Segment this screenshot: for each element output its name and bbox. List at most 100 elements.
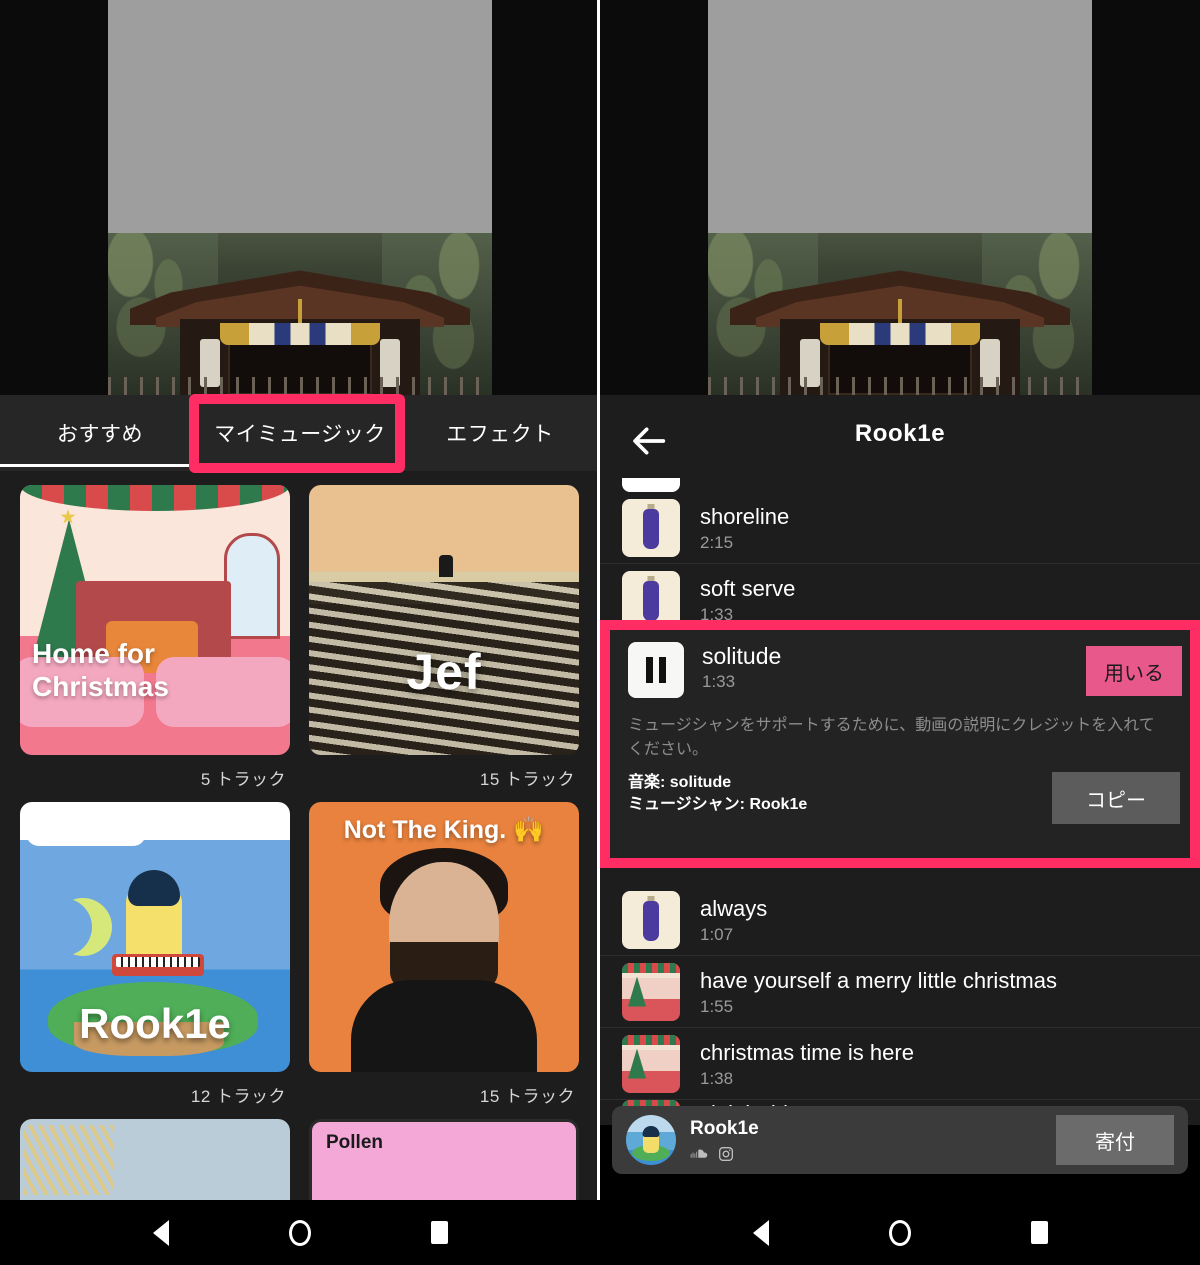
shrine-photo (108, 233, 492, 395)
dual-screenshot-composite: おすすめ マイミュージック エフェクト Home for Christmas 5… (0, 0, 1200, 1265)
track-title: christmas time is here (700, 1039, 914, 1065)
tab-effects[interactable]: エフェクト (400, 418, 600, 448)
track-duration: 1:55 (700, 996, 734, 1016)
moon-icon (34, 898, 92, 956)
credit-musician-line: ミュージシャン: Rook1e (628, 796, 808, 813)
keyboard-illustration (112, 954, 204, 976)
video-preview-frame (108, 0, 492, 395)
track-row-partial-above[interactable] (600, 470, 1200, 492)
preview-placeholder-gray (708, 0, 1092, 233)
artist-name: Rook1e (690, 1118, 759, 1139)
person-hair (128, 870, 180, 906)
right-phone-screen: Rook1e shoreline 2:15 soft serve 1:33 al… (600, 0, 1200, 1265)
album-art-home-for-christmas[interactable]: Home for Christmas (20, 485, 290, 755)
track-title: have yourself a merry little christmas (700, 967, 1057, 993)
video-preview-frame (708, 0, 1092, 395)
track-title: shoreline (700, 503, 790, 529)
album-row: Home for Christmas 5 トラック Jef 15 トラック (20, 485, 580, 790)
album-art-rook1e[interactable]: Rook1e (20, 802, 290, 1072)
tab-my-music[interactable]: マイミュージック (200, 418, 400, 448)
palm-frond (24, 1125, 114, 1195)
donate-button[interactable]: 寄付 (1056, 1115, 1174, 1165)
track-row[interactable]: shoreline 2:15 (600, 492, 1200, 564)
selected-track-panel: solitude 1:33 用いる ミュージシャンをサポートするために、動画の説… (600, 620, 1200, 868)
cloud-decor (26, 820, 146, 846)
music-tab-bar: おすすめ マイミュージック エフェクト (0, 395, 600, 471)
album-card[interactable]: Rook1e 12 トラック (20, 802, 290, 1107)
album-track-count: 15 トラック (479, 1087, 575, 1106)
album-track-count: 5 トラック (200, 770, 286, 789)
track-duration: 1:07 (700, 924, 734, 944)
artist-support-bar: Rook1e 寄付 (612, 1106, 1188, 1174)
video-preview-area (600, 0, 1200, 395)
album-art-jef[interactable]: Jef (309, 485, 579, 755)
album-art-title: Not The King. 🙌 (343, 816, 545, 844)
preview-placeholder-gray (108, 0, 492, 233)
cloud-decor (172, 812, 282, 834)
avatar[interactable] (626, 1115, 676, 1165)
nav-recents-icon[interactable] (430, 1221, 448, 1244)
play-pause-button[interactable] (628, 642, 684, 698)
android-navbar-left (0, 1200, 600, 1265)
track-thumbnail (622, 1034, 680, 1093)
page-title: Rook1e (854, 420, 946, 447)
shrine-fence (108, 377, 492, 395)
track-row[interactable]: christmas time is here 1:38 (600, 1028, 1200, 1100)
solitude-card[interactable]: solitude 1:33 用いる ミュージシャンをサポートするために、動画の説… (610, 630, 1190, 858)
shrine-drape (220, 323, 380, 345)
copy-credit-button[interactable]: コピー (1052, 772, 1180, 824)
shrine-drape (820, 323, 980, 345)
selected-track-duration: 1:33 (702, 672, 736, 691)
shrine-photo (708, 233, 1092, 395)
album-art-title: Rook1e (79, 1000, 231, 1047)
tab-active-underline (0, 464, 190, 467)
album-art-title: Jef (406, 644, 482, 700)
track-duration: 1:38 (700, 1068, 734, 1088)
album-grid: Home for Christmas 5 トラック Jef 15 トラック Ro… (0, 471, 600, 1265)
album-row: Rook1e 12 トラック Not The King. 🙌 15 トラック (20, 802, 580, 1107)
credit-notice-text: ミュージシャンをサポートするために、動画の説明にクレジットを入れてください。 (628, 717, 1155, 758)
track-duration: 2:15 (700, 532, 734, 552)
garland-decor (20, 485, 290, 511)
pause-icon (646, 657, 666, 683)
track-thumbnail (622, 890, 680, 949)
album-track-count: 12 トラック (190, 1087, 286, 1106)
avatar-hair (642, 1126, 660, 1137)
shrine-fence (708, 377, 1092, 395)
surfer-silhouette (438, 555, 453, 578)
star-icon (60, 509, 76, 524)
track-title: always (700, 895, 768, 921)
album-art-title: Pollen (326, 1132, 384, 1153)
album-track-count: 15 トラック (479, 770, 575, 789)
portrait-body (351, 980, 537, 1072)
shrine-ornament (898, 299, 902, 325)
video-preview-area (0, 0, 600, 395)
soundcloud-icon[interactable] (690, 1148, 708, 1160)
credit-music-line: 音楽: solitude (628, 774, 732, 791)
nav-back-icon[interactable] (752, 1219, 769, 1246)
tab-recommended[interactable]: おすすめ (0, 418, 200, 448)
nav-home-icon[interactable] (288, 1219, 311, 1246)
nav-recents-icon[interactable] (1030, 1221, 1048, 1244)
track-row[interactable]: have yourself a merry little christmas 1… (600, 956, 1200, 1028)
track-title: soft serve (700, 575, 796, 601)
left-phone-screen: おすすめ マイミュージック エフェクト Home for Christmas 5… (0, 0, 600, 1265)
android-navbar-right (600, 1200, 1200, 1265)
album-card[interactable]: Jef 15 トラック (309, 485, 579, 790)
album-card[interactable]: Not The King. 🙌 15 トラック (309, 802, 579, 1107)
nav-back-icon[interactable] (152, 1219, 169, 1246)
nav-home-icon[interactable] (888, 1219, 911, 1246)
track-thumbnail (622, 478, 680, 492)
album-card[interactable]: Home for Christmas 5 トラック (20, 485, 290, 790)
track-row[interactable]: always 1:07 (600, 884, 1200, 956)
instagram-icon[interactable] (718, 1146, 734, 1162)
use-track-button[interactable]: 用いる (1086, 646, 1182, 696)
track-thumbnail (622, 498, 680, 557)
track-thumbnail (622, 962, 680, 1021)
selected-track-title: solitude (702, 643, 782, 669)
window-decor (224, 533, 280, 639)
album-art-not-the-king[interactable]: Not The King. 🙌 (309, 802, 579, 1072)
album-art-title: Home for Christmas (32, 638, 169, 702)
shrine-ornament (298, 299, 302, 325)
panel-divider (597, 0, 600, 1200)
